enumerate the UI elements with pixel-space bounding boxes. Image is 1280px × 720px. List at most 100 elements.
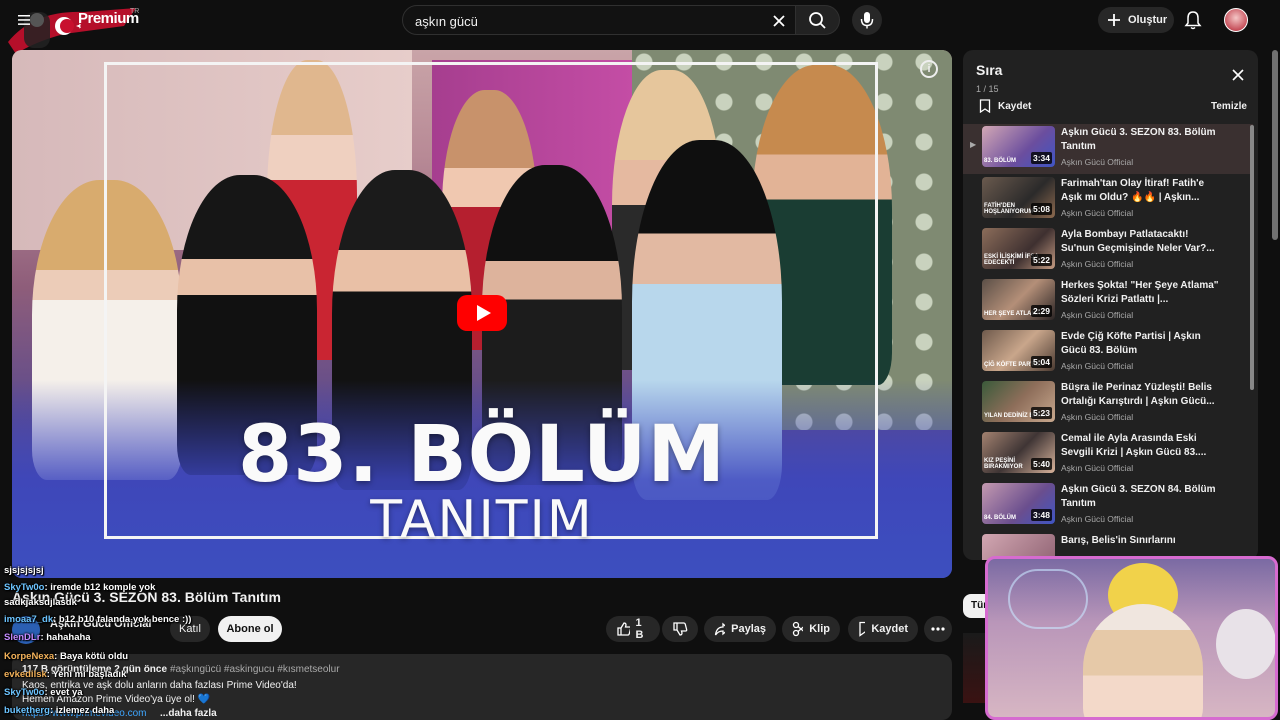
duration-badge: 5:23 xyxy=(1030,407,1052,419)
share-button[interactable]: Paylaş xyxy=(704,616,776,642)
video-thumbnail: 83. BÖLÜM 3:34 xyxy=(982,126,1055,167)
bookmark-icon xyxy=(859,621,866,637)
create-label: Oluştur xyxy=(1128,14,1168,26)
show-more-link[interactable]: ...daha fazla xyxy=(160,708,217,719)
playlist-item[interactable]: ESKİ İLİŞKİMİ İFŞA EDECEKTİ 5:22 Ayla Bo… xyxy=(963,226,1253,276)
subscribe-button[interactable]: Abone ol xyxy=(218,616,282,642)
video-title: Büşra ile Perinaz Yüzleşti! Belis Ortalı… xyxy=(1061,382,1215,407)
playlist-save-button[interactable]: Kaydet xyxy=(998,101,1031,112)
save-label: Kaydet xyxy=(871,623,908,635)
duration-badge: 3:48 xyxy=(1030,509,1052,521)
video-title: Herkes Şokta! "Her Şeye Atlama" Sözleri … xyxy=(1061,280,1219,305)
page-scrollbar[interactable] xyxy=(1272,50,1278,240)
video-title: Aşkın Gücü 3. SEZON 83. Bölüm Tanıtım xyxy=(1061,127,1216,152)
menu-icon[interactable] xyxy=(18,14,30,26)
voice-search-button[interactable] xyxy=(852,5,882,35)
like-button[interactable]: 1 B xyxy=(606,616,660,642)
bookmark-icon[interactable] xyxy=(979,99,991,113)
playlist-item[interactable]: YILAN DEDİNİZ BANA 5:23 Büşra ile Perina… xyxy=(963,379,1253,429)
video-title: Cemal ile Ayla Arasında Eski Sevgili Kri… xyxy=(1061,433,1207,458)
video-player[interactable]: 83. BÖLÜM TANITIM i xyxy=(12,50,952,578)
clip-button[interactable]: Klip xyxy=(782,616,840,642)
channel-name: Aşkın Gücü Official xyxy=(1061,310,1134,320)
playlist-item[interactable]: FATİH'DEN HOŞLANIYORUM 5:08 Farimah'tan … xyxy=(963,175,1253,225)
bell-icon xyxy=(1184,11,1202,30)
channel-name: Aşkın Gücü Official xyxy=(1061,361,1134,371)
chat-message: buketherg: izlemez daha xyxy=(4,705,115,716)
video-title: Ayla Bombayı Patlatacaktı! Su'nun Geçmiş… xyxy=(1061,229,1215,254)
channel-name: Aşkın Gücü Official xyxy=(1061,463,1134,473)
video-thumbnail: KIZ PEŞİNİ BIRAKMIYOR 5:40 xyxy=(982,432,1055,473)
duration-badge: 2:29 xyxy=(1030,305,1052,317)
share-icon xyxy=(714,622,726,636)
close-icon[interactable] xyxy=(769,11,789,31)
create-button[interactable]: Oluştur xyxy=(1098,7,1174,33)
duration-badge: 5:40 xyxy=(1030,458,1052,470)
channel-name: Aşkın Gücü Official xyxy=(1061,208,1134,218)
streamer-webcam xyxy=(985,556,1278,720)
video-thumbnail: FATİH'DEN HOŞLANIYORUM 5:08 xyxy=(982,177,1055,218)
video-thumbnail: YILAN DEDİNİZ BANA 5:23 xyxy=(982,381,1055,422)
save-button[interactable]: Kaydet xyxy=(848,616,918,642)
chat-message: sadkjaksdjlasdk xyxy=(4,597,77,608)
more-horizontal-icon xyxy=(931,627,945,631)
video-title: Evde Çiğ Köfte Partisi | Aşkın Gücü 83. … xyxy=(1061,331,1201,356)
search-input[interactable] xyxy=(415,11,755,31)
logo-region: TR xyxy=(130,8,140,15)
thumbs-up-icon xyxy=(617,622,630,636)
playlist-scrollbar[interactable] xyxy=(1250,125,1254,390)
duration-badge: 3:34 xyxy=(1030,152,1052,164)
channel-name: Aşkın Gücü Official xyxy=(1061,157,1134,167)
neon-sign xyxy=(1008,569,1088,629)
now-playing-icon: ▶ xyxy=(970,140,977,149)
search-box[interactable] xyxy=(402,5,796,35)
video-thumbnail: 84. BÖLÜM 3:48 xyxy=(982,483,1055,524)
chat-message: evkedilsk: Yeni mi başladık xyxy=(4,669,127,680)
more-actions-button[interactable] xyxy=(924,616,952,642)
search-icon xyxy=(809,12,826,29)
play-button[interactable] xyxy=(457,295,507,331)
chat-message: SkyTw0o: evet ya xyxy=(4,687,83,698)
recommended-thumbnail[interactable] xyxy=(963,633,985,703)
streamer xyxy=(1083,604,1203,717)
episode-subtitle: TANITIM xyxy=(370,490,594,550)
chat-message: sjsjsjsjsj xyxy=(4,565,44,576)
playlist-item[interactable]: KIZ PEŞİNİ BIRAKMIYOR 5:40 Cemal ile Ayl… xyxy=(963,430,1253,480)
video-thumbnail: HER ŞEYE ATLAMA 2:29 xyxy=(982,279,1055,320)
hashtags[interactable]: #aşkıngücü #askingucu #kısmetseolur xyxy=(170,664,340,675)
avatar[interactable] xyxy=(1224,8,1248,32)
playlist-item[interactable]: 84. BÖLÜM 3:48 Aşkın Gücü 3. SEZON 84. B… xyxy=(963,481,1253,531)
playlist-panel: Sıra 1 / 15 Kaydet Temizle ▶ 83. BÖLÜM 3… xyxy=(963,50,1258,560)
video-title: Farimah'tan Olay İtiraf! Fatih'e Aşık mı… xyxy=(1061,178,1205,203)
chat-message: imoaa7_dk: b12 b10 falanda yok bence :)) xyxy=(4,614,192,625)
video-thumbnail: ÇİĞ KÖFTE PARTİSİ 5:04 xyxy=(982,330,1055,371)
clip-label: Klip xyxy=(809,623,830,635)
video-title: Aşkın Gücü 3. SEZON 84. Bölüm Tanıtım xyxy=(1061,484,1216,509)
plush-toy xyxy=(1216,609,1275,679)
close-icon[interactable] xyxy=(1231,68,1245,82)
channel-name: Aşkın Gücü Official xyxy=(1061,412,1134,422)
share-label: Paylaş xyxy=(731,623,766,635)
channel-name: Aşkın Gücü Official xyxy=(1061,514,1134,524)
playlist-item[interactable]: ÇİĞ KÖFTE PARTİSİ 5:04 Evde Çiğ Köfte Pa… xyxy=(963,328,1253,378)
info-icon[interactable]: i xyxy=(920,60,938,78)
duration-badge: 5:22 xyxy=(1030,254,1052,266)
thumbs-down-icon xyxy=(673,622,688,636)
search-button[interactable] xyxy=(796,5,840,35)
plus-icon xyxy=(1108,14,1120,26)
filter-chip-all[interactable]: Tümü xyxy=(963,594,985,618)
like-count: 1 B xyxy=(635,617,644,641)
microphone-icon xyxy=(860,12,874,29)
playlist-title: Sıra xyxy=(976,62,1003,78)
top-bar: Premium TR Oluştur xyxy=(0,0,1280,54)
duration-badge: 5:04 xyxy=(1030,356,1052,368)
notifications-button[interactable] xyxy=(1182,9,1204,31)
chat-message: SlenDLr: hahahaha xyxy=(4,632,91,643)
chat-message: KorpeNexa: Baya kötü oldu xyxy=(4,651,129,662)
dislike-button[interactable] xyxy=(662,616,698,642)
playlist-item[interactable]: ▶ 83. BÖLÜM 3:34 Aşkın Gücü 3. SEZON 83.… xyxy=(963,124,1253,174)
playlist-clear-button[interactable]: Temizle xyxy=(1211,101,1247,112)
video-thumbnail: ESKİ İLİŞKİMİ İFŞA EDECEKTİ 5:22 xyxy=(982,228,1055,269)
duration-badge: 5:08 xyxy=(1030,203,1052,215)
playlist-item[interactable]: HER ŞEYE ATLAMA 2:29 Herkes Şokta! "Her … xyxy=(963,277,1253,327)
